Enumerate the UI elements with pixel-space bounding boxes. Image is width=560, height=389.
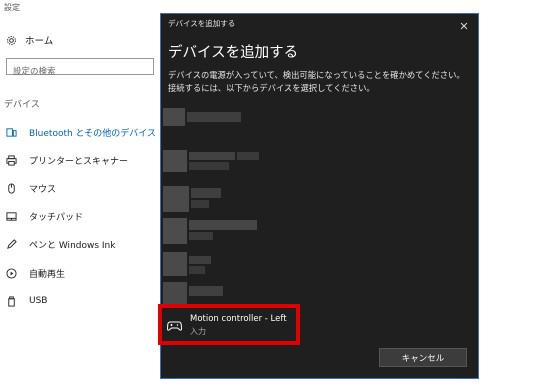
obscured-block [189, 220, 257, 230]
obscured-block [191, 200, 209, 208]
nav-item-printers[interactable]: プリンターとスキャナー [6, 146, 156, 174]
bluetooth-devices-icon [6, 127, 17, 138]
touchpad-icon [6, 211, 17, 222]
cancel-button[interactable]: キャンセル [379, 348, 467, 367]
dialog-titlebar: デバイスを追加する [161, 14, 478, 34]
obscured-block [189, 162, 229, 170]
nav-label: マウス [29, 184, 57, 195]
nav-label: ペンと Windows Ink [29, 241, 116, 252]
home-label: ホーム [25, 36, 54, 47]
dialog-description: デバイスの電源が入っていて、検出可能になっていることを確かめてください。接続する… [168, 70, 465, 93]
nav-label: Bluetooth とその他のデバイス [29, 128, 157, 139]
nav-item-touchpad[interactable]: タッチパッド [6, 203, 156, 231]
gamepad-icon [166, 316, 183, 331]
device-name: Motion controller - Left [190, 314, 287, 324]
obscured-block [189, 256, 211, 264]
search-input[interactable] [7, 64, 153, 80]
obscured-device-list [161, 102, 480, 307]
nav-label: USB [29, 296, 48, 307]
dialog-heading: デバイスを追加する [168, 45, 299, 61]
pen-icon [6, 239, 17, 250]
obscured-block [163, 186, 189, 212]
nav-item-bluetooth[interactable]: Bluetooth とその他のデバイス [6, 118, 156, 146]
close-icon[interactable] [458, 17, 470, 30]
obscured-block [189, 266, 205, 274]
obscured-block [187, 112, 241, 122]
device-item-motion-controller[interactable]: Motion controller - Left 入力 [163, 310, 301, 346]
app-title: 設定 [4, 3, 20, 12]
nav-label: 自動再生 [29, 269, 66, 280]
obscured-block [191, 188, 221, 198]
obscured-block [189, 286, 223, 296]
device-type: 入力 [190, 327, 206, 336]
nav-item-usb[interactable]: USB [6, 287, 156, 315]
obscured-block [163, 218, 187, 244]
section-title: デバイス [4, 100, 40, 110]
nav-label: タッチパッド [29, 213, 84, 224]
obscured-block [163, 282, 187, 306]
settings-search-box[interactable] [6, 58, 154, 80]
nav-item-autoplay[interactable]: 自動再生 [6, 259, 156, 287]
obscured-block [163, 150, 187, 172]
add-device-dialog: デバイスを追加する デバイスを追加する デバイスの電源が入っていて、検出可能にな… [160, 13, 479, 379]
gear-icon [6, 35, 17, 46]
mouse-icon [6, 183, 17, 194]
dialog-titlebar-text: デバイスを追加する [168, 19, 236, 28]
usb-icon [6, 296, 17, 307]
printer-icon [6, 155, 17, 166]
obscured-block [163, 252, 187, 276]
nav-item-pen[interactable]: ペンと Windows Ink [6, 231, 156, 259]
obscured-block [237, 152, 259, 160]
home-link[interactable]: ホーム [6, 33, 53, 47]
nav-item-mouse[interactable]: マウス [6, 174, 156, 202]
autoplay-icon [6, 267, 17, 279]
settings-nav: Bluetooth とその他のデバイス プリンターとスキャナー マウス タッチパ… [6, 118, 156, 315]
nav-label: プリンターとスキャナー [29, 156, 129, 167]
obscured-block [189, 232, 213, 240]
obscured-block [163, 108, 185, 126]
obscured-block [189, 152, 235, 160]
